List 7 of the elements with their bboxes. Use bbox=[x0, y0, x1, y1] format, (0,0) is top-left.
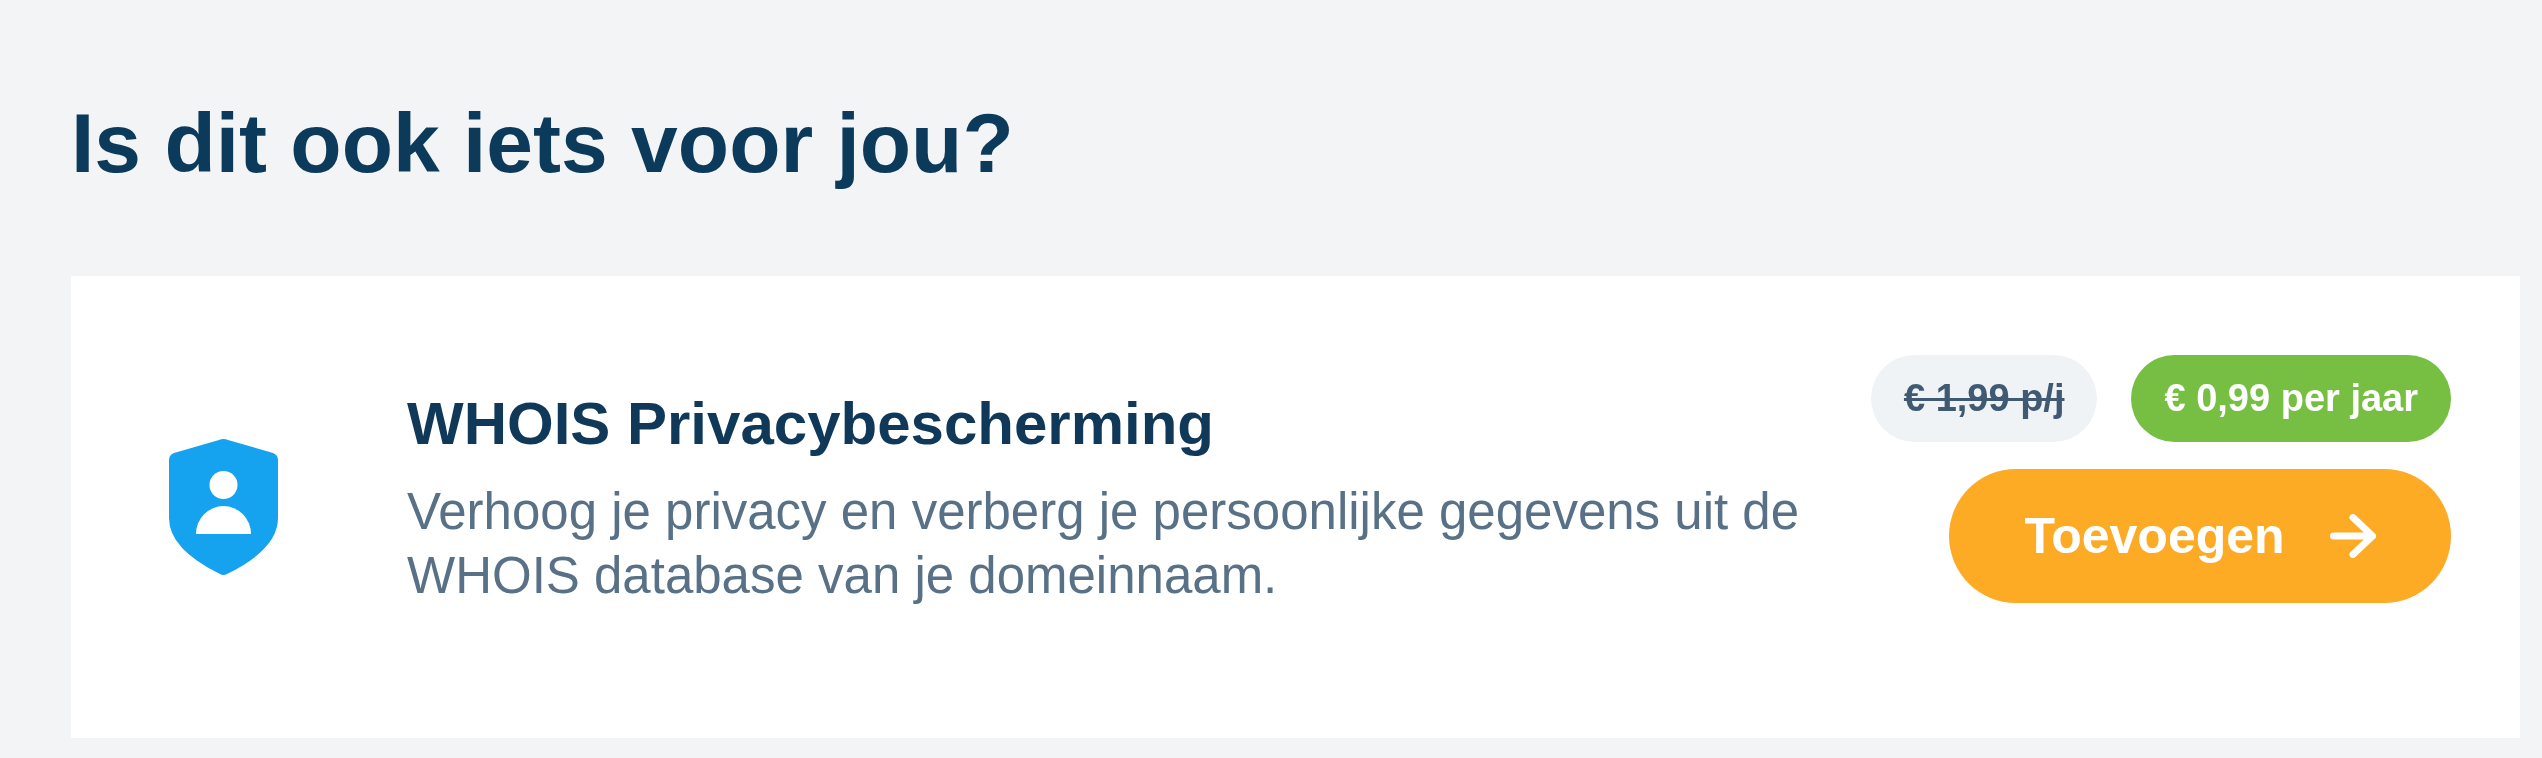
price-tag: € 0,99 per jaar bbox=[2131, 355, 2451, 442]
shield-user-icon bbox=[169, 439, 278, 575]
add-button[interactable]: Toevoegen bbox=[1949, 469, 2451, 603]
offer-description: Verhoog je privacy en verberg je persoonlijke gegevens uit de WHOIS database van je domeinnaam. bbox=[407, 482, 1801, 606]
offer-title: WHOIS Privacybescherming bbox=[407, 389, 1214, 459]
old-price-tag: € 1,99 p/j bbox=[1870, 355, 2098, 442]
arrow-right-icon bbox=[2329, 514, 2376, 558]
